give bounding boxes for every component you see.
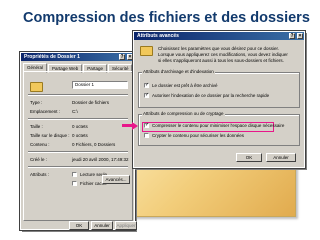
archive-group: Attributs d'archivage et d'indexation Le… [138, 69, 300, 108]
advanced-title: Attributs avancés [137, 33, 179, 39]
help-icon[interactable]: ? [119, 54, 125, 60]
ok-button[interactable]: OK [69, 221, 89, 230]
advanced-button[interactable]: Avancés... [102, 175, 130, 184]
hidden-checkbox[interactable] [72, 181, 77, 186]
archive-checkbox[interactable] [144, 82, 149, 88]
general-panel: Dossier 1 Type : Dossier de fichiers Emp… [23, 71, 133, 221]
encrypt-label: Crypter le contenu pour sécuriser les do… [152, 133, 245, 138]
size-value: 0 octets [72, 124, 88, 129]
archive-label: Le dossier est prêt à être archivé [152, 83, 218, 88]
page-title: Compression des fichiers et des dossiers [23, 10, 310, 26]
folder-icon [140, 46, 153, 56]
compression-group-title: Attributs de compression ou de cryptage [142, 111, 225, 116]
close-icon[interactable]: × [297, 33, 303, 39]
created-value: jeudi 20 avril 2000, 17:49:32 [72, 157, 129, 162]
advanced-titlebar: Attributs avancés ? × [134, 32, 304, 40]
compress-label: Compresser le contenu pour minimiser l'e… [152, 123, 285, 128]
properties-title: Propriétés de Dossier 1 [24, 54, 80, 60]
adv-cancel-button[interactable]: Annuler [266, 153, 296, 162]
compression-group: Attributs de compression ou de cryptage … [138, 111, 300, 146]
disk-size-value: 0 octets [72, 133, 88, 138]
intro-line-2: Lorsque vous appliquerez ces modificatio… [158, 52, 288, 57]
index-checkbox[interactable] [144, 92, 149, 98]
help-icon[interactable]: ? [289, 33, 295, 39]
index-label: Autoriser l'indexation de ce dossier par… [152, 93, 270, 98]
disk-size-label: Taille sur le disque : [30, 133, 70, 138]
encrypt-checkbox[interactable] [144, 133, 149, 138]
intro-line-3: si elles s'appliqueront aussi à tous les… [158, 58, 284, 63]
cancel-button[interactable]: Annuler [91, 221, 113, 230]
properties-titlebar: Propriétés de Dossier 1 ? × [21, 53, 134, 61]
location-value: C:\ [72, 109, 78, 114]
folder-name-field[interactable]: Dossier 1 [72, 81, 128, 89]
created-label: Créé le : [30, 157, 48, 162]
compress-checkbox[interactable] [144, 122, 149, 128]
size-label: Taille : [30, 124, 43, 129]
folder-icon [30, 82, 43, 92]
folder-properties-dialog: Propriétés de Dossier 1 ? × Général Part… [19, 51, 137, 231]
advanced-attributes-dialog: Attributs avancés ? × Choisissez les par… [132, 30, 306, 169]
contents-label: Contenu : [30, 142, 50, 147]
contents-value: 0 Fichiers, 0 Dossiers [72, 142, 116, 147]
archive-group-title: Attributs d'archivage et d'indexation [142, 69, 215, 74]
intro-line-1: Choisissez les paramètres que vous désir… [158, 46, 280, 51]
readonly-checkbox[interactable] [72, 172, 77, 177]
location-label: Emplacement : [30, 109, 61, 114]
attributes-label: Attributs : [30, 172, 50, 177]
type-value: Dossier de fichiers [72, 100, 110, 105]
type-label: Type : [30, 100, 43, 105]
apply-button[interactable]: Appliquer [115, 221, 137, 230]
adv-ok-button[interactable]: OK [236, 153, 262, 162]
